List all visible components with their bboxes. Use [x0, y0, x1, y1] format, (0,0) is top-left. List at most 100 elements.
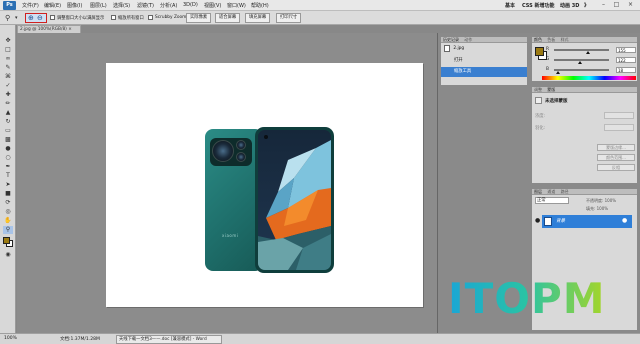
history-brush-tool-icon[interactable]: ↻	[3, 118, 13, 126]
zoom-level[interactable]: 100%	[4, 336, 17, 341]
document-workspace: xiaomi	[17, 33, 437, 333]
zoom-tool-icon[interactable]: ⚲	[5, 14, 10, 22]
lasso-tool-icon[interactable]: ∞	[3, 55, 13, 63]
color-slider-b[interactable]: B 18	[546, 67, 640, 74]
zoom-all-checkbox[interactable]	[111, 15, 116, 20]
menu-3d[interactable]: 3D(D)	[183, 2, 198, 8]
masks-panel-header: 调整 蒙版	[532, 87, 637, 93]
brush-tool-icon[interactable]: ✏	[3, 100, 13, 108]
slider-value-input[interactable]: 18	[616, 67, 636, 73]
tab-channels[interactable]: 通道	[547, 189, 555, 194]
hand-tool-icon[interactable]: ✋	[3, 217, 13, 225]
tab-actions[interactable]: 动作	[464, 37, 472, 42]
fit-screen-button[interactable]: 适合屏幕	[215, 13, 241, 23]
tab-masks[interactable]: 蒙版	[547, 87, 555, 92]
zoom-in-icon[interactable]: ⊕	[28, 14, 34, 22]
zoom-all-label: 缩放所有窗口	[118, 16, 144, 21]
layer-row-background[interactable]: 背景 ●	[542, 215, 632, 228]
tab-adjustments[interactable]: 调整	[534, 87, 542, 92]
3d-orbit-tool-icon[interactable]: ◎	[3, 208, 13, 216]
slider-value-input[interactable]: 155	[616, 47, 636, 53]
menu-layer[interactable]: 图层(L)	[90, 2, 107, 9]
workspace-essentials[interactable]: 基本	[505, 2, 515, 9]
history-item-open[interactable]: 打开	[441, 56, 527, 66]
foreground-color-swatch[interactable]	[3, 237, 10, 244]
menu-file[interactable]: 文件(F)	[22, 2, 39, 9]
masks-panel: 调整 蒙版 未选择蒙版 浓度: 羽化: 蒙版边缘... 颜色范围... 反相	[531, 86, 638, 184]
dropdown-arrow-icon[interactable]: ▾	[15, 14, 18, 22]
tab-color[interactable]: 颜色	[534, 37, 542, 42]
menu-image[interactable]: 图像(I)	[67, 2, 82, 9]
slider-track[interactable]	[554, 49, 609, 51]
tab-history[interactable]: 历史记录	[443, 37, 459, 42]
quick-select-tool-icon[interactable]: ✎	[3, 64, 13, 72]
menu-edit[interactable]: 编辑(E)	[44, 2, 61, 9]
density-label: 浓度:	[535, 114, 546, 119]
feather-input[interactable]	[604, 124, 634, 131]
opacity-field[interactable]: 不透明度: 100%	[586, 198, 616, 204]
eye-visibility-icon[interactable]: ●	[535, 217, 540, 225]
resize-windows-checkbox[interactable]	[50, 15, 55, 20]
close-button[interactable]: ×	[626, 1, 635, 9]
minimize-button[interactable]: –	[599, 1, 608, 9]
history-item-zoom[interactable]: 缩放工具	[441, 67, 527, 77]
marquee-tool-icon[interactable]: □	[3, 46, 13, 54]
eraser-tool-icon[interactable]: ▭	[3, 127, 13, 135]
menu-window[interactable]: 窗口(W)	[227, 2, 246, 9]
clone-stamp-tool-icon[interactable]: ▲	[3, 109, 13, 117]
document-tab[interactable]: 2.jpg @ 100%(RGB/8) ×	[17, 25, 81, 33]
history-snapshot[interactable]: 2.jpg	[441, 44, 527, 54]
3d-rotate-tool-icon[interactable]: ⟳	[3, 199, 13, 207]
dodge-tool-icon[interactable]: ○	[3, 154, 13, 162]
menu-help[interactable]: 帮助(H)	[251, 2, 269, 9]
lock-icon: ●	[622, 217, 628, 224]
path-select-tool-icon[interactable]: ➤	[3, 181, 13, 189]
menu-view[interactable]: 视图(V)	[204, 2, 221, 9]
maximize-button[interactable]: □	[612, 1, 621, 9]
blur-tool-icon[interactable]: ●	[3, 145, 13, 153]
tab-layers[interactable]: 图层	[534, 189, 542, 194]
crop-tool-icon[interactable]: ⌘	[3, 73, 13, 81]
tab-swatches[interactable]: 色板	[547, 37, 555, 42]
menu-select[interactable]: 选择(S)	[113, 2, 130, 9]
density-input[interactable]	[604, 112, 634, 119]
scrubby-zoom-checkbox[interactable]	[148, 15, 153, 20]
shape-tool-icon[interactable]: ■	[3, 190, 13, 198]
fill-screen-button[interactable]: 填充屏幕	[245, 13, 271, 23]
menu-analysis[interactable]: 分析(A)	[160, 2, 177, 9]
color-slider-g[interactable]: G 122	[546, 57, 640, 64]
invert-button[interactable]: 反相	[597, 164, 635, 171]
workspace-more[interactable]: 》	[584, 2, 589, 9]
move-tool-icon[interactable]: ✥	[3, 37, 13, 45]
healing-brush-tool-icon[interactable]: ✚	[3, 91, 13, 99]
blend-mode-select[interactable]: 正常	[535, 197, 569, 204]
slider-thumb[interactable]	[585, 51, 590, 54]
fill-field[interactable]: 填充: 100%	[586, 206, 608, 212]
color-foreground-swatch[interactable]	[535, 47, 544, 56]
gradient-tool-icon[interactable]: ▩	[3, 136, 13, 144]
actual-pixels-button[interactable]: 实际像素	[186, 13, 212, 23]
slider-thumb[interactable]	[578, 61, 583, 64]
print-size-button[interactable]: 打印尺寸	[276, 13, 302, 23]
menu-filter[interactable]: 滤镜(T)	[137, 2, 154, 9]
workspace-css-new[interactable]: CSS 新增功能	[522, 2, 554, 9]
pen-tool-icon[interactable]: ✒	[3, 163, 13, 171]
slider-thumb[interactable]	[555, 71, 560, 74]
zoom-tool-active-icon[interactable]: ⚲	[3, 226, 13, 234]
workspace-animation-3d[interactable]: 动画 3D	[560, 2, 579, 9]
document-canvas[interactable]: xiaomi	[106, 63, 423, 307]
itopm-watermark: ITOPM	[448, 278, 606, 320]
taskbar-word-item[interactable]: 天线下载一文档3——.doc [兼容模式] - Word	[116, 335, 222, 344]
color-range-button[interactable]: 颜色范围...	[597, 154, 635, 161]
slider-track[interactable]	[554, 69, 609, 71]
mask-edge-button[interactable]: 蒙版边缘...	[597, 144, 635, 151]
zoom-out-icon[interactable]: ⊖	[37, 14, 43, 22]
color-slider-r[interactable]: R 155	[546, 47, 640, 54]
eyedropper-tool-icon[interactable]: ✓	[3, 82, 13, 90]
slider-value-input[interactable]: 122	[616, 57, 636, 63]
tab-styles[interactable]: 样式	[561, 37, 569, 42]
quick-mask-icon[interactable]: ◉	[3, 251, 13, 259]
color-ramp[interactable]	[542, 76, 636, 80]
type-tool-icon[interactable]: T	[3, 172, 13, 180]
tab-paths[interactable]: 路径	[561, 189, 569, 194]
